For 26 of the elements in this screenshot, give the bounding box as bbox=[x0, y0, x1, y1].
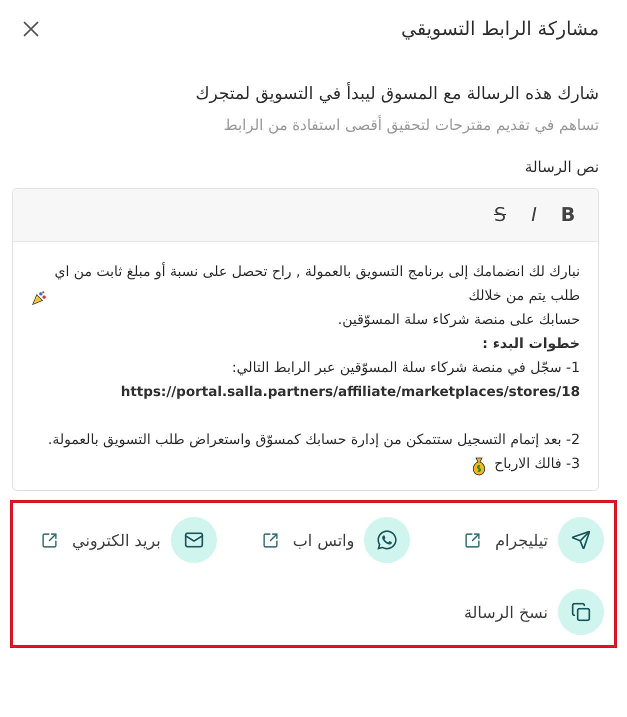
signup-link[interactable]: https://portal.salla.partners/affiliate/marketplaces/stores/18 bbox=[120, 380, 580, 404]
share-subtext: تساهم في تقديم مقترحات لتحقيق أقصى استفادة من الرابط bbox=[222, 116, 599, 134]
copy-message-button[interactable]: نسخ الرسالة bbox=[410, 589, 604, 635]
share-option-button[interactable]: واتس اب bbox=[216, 517, 410, 563]
steps-heading: خطوات البدء : bbox=[482, 335, 580, 354]
share-option-button[interactable]: بريد الكتروني bbox=[23, 517, 217, 563]
paper-plane-icon bbox=[571, 530, 591, 550]
share-heading: شارك هذه الرسالة مع المسوق ليبدأ في التسويق لمتجرك bbox=[194, 84, 599, 104]
copy-icon bbox=[571, 602, 591, 622]
message-text: نبارك لك انضمامك إلى برنامج التسويق بالعمولة , راح تحصل على نسبة أو مبلغ ثابت من اي طلب يتم من خلالك bbox=[54, 261, 580, 306]
dialog-title: مشاركة الرابط التسويقي bbox=[401, 18, 599, 40]
message-text: 2- بعد إتمام التسجيل ستتمكن من إدارة حسابك كمسوّق واستعراض طلب التسويق بالعمولة. bbox=[48, 431, 580, 450]
external-link-icon bbox=[262, 532, 279, 548]
external-link-icon bbox=[464, 532, 482, 548]
strike-tool-button[interactable]: S bbox=[488, 204, 512, 226]
message-text: 3- فالك الارباح bbox=[494, 455, 580, 474]
envelope-icon bbox=[184, 530, 204, 550]
message-text: 1- سجّل في منصة شركاء سلة المسوّقين عبر الرابط التالي: bbox=[232, 359, 580, 378]
chat-phone-icon bbox=[376, 529, 398, 551]
message-text: حسابك على منصة شركاء سلة المسوّقين. bbox=[338, 311, 580, 330]
external-link-icon bbox=[41, 532, 58, 548]
bold-tool-button[interactable]: B bbox=[556, 204, 580, 226]
italic-tool-button[interactable]: I bbox=[522, 204, 546, 226]
message-editor[interactable] bbox=[12, 188, 599, 491]
share-option-button[interactable]: تيليجرام bbox=[410, 517, 604, 563]
message-label: نص الرسالة bbox=[524, 158, 599, 176]
